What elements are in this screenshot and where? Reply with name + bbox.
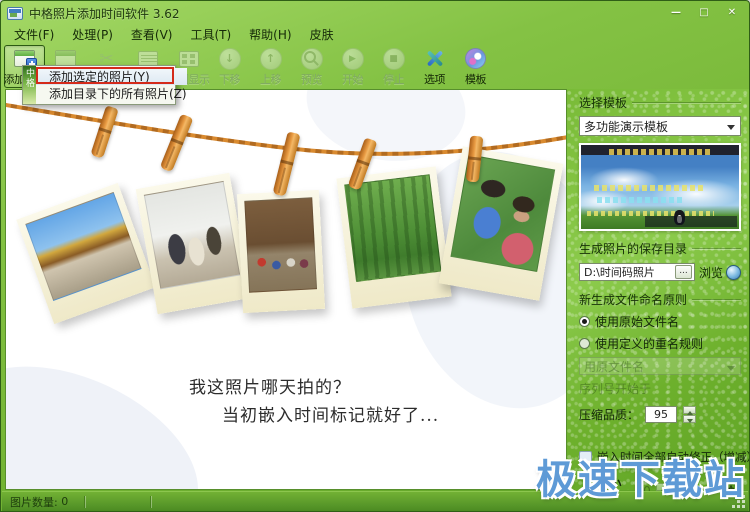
move-down-icon [219, 48, 241, 70]
rename-rule-select: 用原文件名 [579, 357, 741, 375]
menu-item-add-selected-photos[interactable]: 添加选定的照片(Y) [36, 68, 187, 85]
move-up-icon [260, 48, 282, 70]
template-select[interactable]: 多功能演示模板 [579, 116, 741, 136]
statusbar-divider [150, 496, 152, 508]
preview-text-overlay [609, 149, 710, 155]
statusbar-divider [84, 496, 86, 508]
preview-text-overlay [597, 197, 684, 203]
toolbar-button-preview[interactable]: 预览 [291, 45, 332, 88]
toolbar-label: 开始 [342, 71, 363, 87]
quality-value-input[interactable]: 95 [645, 406, 677, 423]
menu-side-banner-text: 中格 [23, 68, 36, 104]
photo-image [144, 181, 240, 290]
radio-label: 使用定义的重名规则 [595, 335, 703, 352]
template-icon [465, 48, 486, 69]
maximize-button[interactable]: □ [693, 5, 715, 20]
menu-tools[interactable]: 工具(T) [181, 25, 240, 44]
start-icon [342, 48, 364, 70]
options-icon [423, 47, 447, 70]
save-path-input[interactable]: D:\时间码照片 ... [579, 263, 695, 281]
save-path-value: D:\时间码照片 [584, 264, 655, 280]
window-title: 中格照片添加时间软件 3.62 [29, 5, 180, 22]
photo-count-value: 0 [61, 495, 68, 508]
toolbar-button-template[interactable]: 模板 [455, 45, 496, 88]
thumbnail-view-icon [179, 51, 199, 67]
toolbar-button-move-up[interactable]: 上移 [250, 45, 291, 88]
menu-skin[interactable]: 皮肤 [301, 25, 343, 44]
menubar: 文件(F) 处理(P) 查看(V) 工具(T) 帮助(H) 皮肤 [1, 25, 749, 44]
menu-side-banner: 中格 [23, 66, 36, 104]
menu-view[interactable]: 查看(V) [122, 25, 182, 44]
toolbar-button-move-down[interactable]: 下移 [209, 45, 250, 88]
site-watermark: 极速下载站 [536, 447, 746, 505]
radio-selected-icon [579, 316, 590, 327]
titlebar: 中格照片添加时间软件 3.62 — □ ✕ [1, 1, 749, 25]
naming-group-label: 新生成文件命名原则 [579, 291, 741, 308]
close-button[interactable]: ✕ [721, 5, 743, 20]
sequence-start-label: 序列号开始于 [579, 380, 741, 397]
template-select-value: 多功能演示模板 [584, 118, 668, 135]
toolbar-label: 上移 [260, 71, 281, 87]
menu-help[interactable]: 帮助(H) [240, 25, 300, 44]
template-group-label: 选择模板 [579, 94, 741, 111]
save-group-label: 生成照片的保存目录 [579, 240, 741, 257]
menu-file[interactable]: 文件(F) [5, 25, 63, 44]
rename-rule-value: 用原文件名 [584, 358, 644, 375]
photo-count-label: 图片数量: [10, 494, 58, 510]
toolbar-label: 选项 [424, 71, 445, 87]
browse-folder-icon [726, 265, 741, 280]
app-icon [7, 7, 23, 20]
toolbar-button-start[interactable]: 开始 [332, 45, 373, 88]
radio-use-custom-rule[interactable]: 使用定义的重名规则 [579, 335, 741, 352]
preview-caption-bar [645, 216, 737, 227]
minimize-button[interactable]: — [665, 5, 687, 20]
quality-label: 压缩品质： [579, 406, 639, 423]
browse-label: 浏览 [699, 264, 723, 281]
canvas-caption-line1: 我这照片哪天拍的？ [189, 373, 351, 398]
chevron-down-icon [727, 366, 735, 375]
settings-sidebar: 选择模板 多功能演示模板 生成照片的保存目录 D:\时间码照片 ... 浏览 [567, 89, 750, 490]
toolbar-label: 预览 [301, 71, 322, 87]
toolbar-button-stop[interactable]: 停止 [373, 45, 414, 88]
browse-more-button[interactable]: ... [675, 265, 692, 279]
chevron-down-icon [727, 125, 735, 134]
browse-button[interactable]: 浏览 [699, 264, 741, 281]
canvas-caption-line2: 当初嵌入时间标记就好了... [222, 401, 439, 426]
menu-item-add-all-photos-in-folder[interactable]: 添加目录下的所有照片(Z) [36, 85, 187, 102]
preview-text-overlay [594, 185, 705, 191]
app-window: 中格照片添加时间软件 3.62 — □ ✕ 文件(F) 处理(P) 查看(V) … [0, 0, 750, 512]
toolbar-label: 模板 [465, 71, 486, 87]
toolbar-label: 停止 [383, 71, 404, 87]
toolbar-button-options[interactable]: 选项 [414, 45, 455, 88]
radio-use-original-name[interactable]: 使用原始文件名 [579, 313, 741, 330]
preview-icon [301, 48, 323, 70]
tour-group-photo[interactable] [237, 190, 325, 313]
menu-process[interactable]: 处理(P) [63, 25, 122, 44]
add-photos-context-menu: 中格 添加选定的照片(Y) 添加目录下的所有照片(Z) [22, 65, 176, 105]
quality-stepper[interactable] [683, 406, 696, 423]
photo-canvas: 我这照片哪天拍的？ 当初嵌入时间标记就好了... [5, 89, 567, 490]
toolbar-label: 下移 [219, 71, 240, 87]
radio-unselected-icon [579, 338, 590, 349]
photo-image [344, 174, 441, 282]
radio-label: 使用原始文件名 [595, 313, 679, 330]
photo-image [244, 197, 317, 292]
template-preview-image [579, 143, 741, 231]
stop-icon [383, 48, 405, 70]
